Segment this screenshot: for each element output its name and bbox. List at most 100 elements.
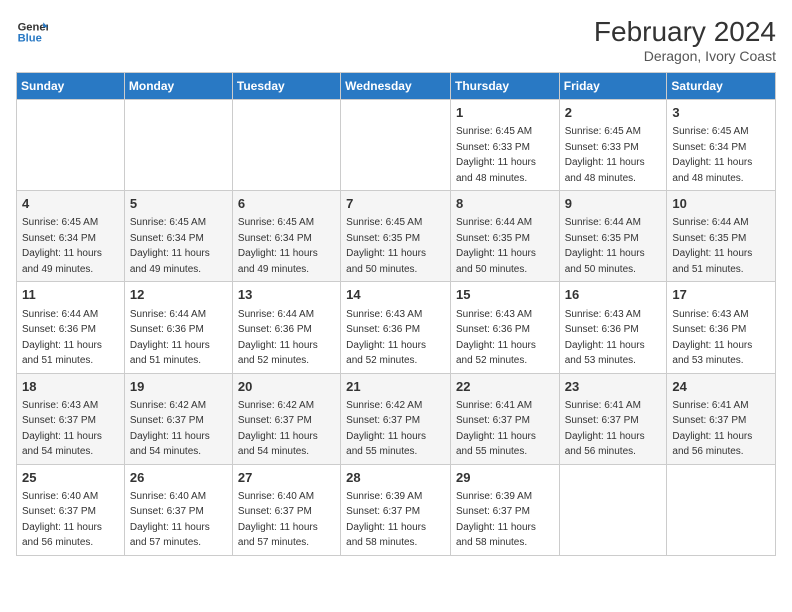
page-header: General Blue February 2024 Deragon, Ivor… [16,16,776,64]
day-number: 28 [346,469,445,487]
day-info: Sunrise: 6:44 AM Sunset: 6:35 PM Dayligh… [565,217,645,275]
day-number: 12 [130,286,227,304]
calendar-day-cell: 16 Sunrise: 6:43 AM Sunset: 6:36 PM Dayli… [559,282,667,373]
calendar-day-cell [341,100,451,191]
calendar-day-cell: 23 Sunrise: 6:41 AM Sunset: 6:37 PM Dayli… [559,373,667,464]
day-info: Sunrise: 6:44 AM Sunset: 6:36 PM Dayligh… [22,309,102,367]
calendar-week-row: 1 Sunrise: 6:45 AM Sunset: 6:33 PM Daylig… [17,100,776,191]
day-info: Sunrise: 6:40 AM Sunset: 6:37 PM Dayligh… [22,491,102,549]
day-number: 19 [130,378,227,396]
day-info: Sunrise: 6:43 AM Sunset: 6:37 PM Dayligh… [22,400,102,458]
calendar-day-cell: 8 Sunrise: 6:44 AM Sunset: 6:35 PM Daylig… [450,191,559,282]
day-info: Sunrise: 6:45 AM Sunset: 6:34 PM Dayligh… [130,217,210,275]
calendar-week-row: 11 Sunrise: 6:44 AM Sunset: 6:36 PM Dayli… [17,282,776,373]
day-number: 7 [346,195,445,213]
day-info: Sunrise: 6:45 AM Sunset: 6:33 PM Dayligh… [565,126,645,184]
calendar-day-cell: 5 Sunrise: 6:45 AM Sunset: 6:34 PM Daylig… [124,191,232,282]
day-info: Sunrise: 6:45 AM Sunset: 6:34 PM Dayligh… [238,217,318,275]
calendar-day-cell: 3 Sunrise: 6:45 AM Sunset: 6:34 PM Daylig… [667,100,776,191]
calendar-day-cell: 22Sunrise: 6:41 AM Sunset: 6:37 PM Dayli… [450,373,559,464]
weekday-header: Saturday [667,73,776,100]
day-info: Sunrise: 6:44 AM Sunset: 6:35 PM Dayligh… [456,217,536,275]
calendar-day-cell: 7 Sunrise: 6:45 AM Sunset: 6:35 PM Daylig… [341,191,451,282]
calendar-week-row: 4 Sunrise: 6:45 AM Sunset: 6:34 PM Daylig… [17,191,776,282]
day-number: 13 [238,286,335,304]
logo-icon: General Blue [16,16,48,48]
calendar-subtitle: Deragon, Ivory Coast [594,48,776,64]
day-info: Sunrise: 6:42 AM Sunset: 6:37 PM Dayligh… [130,400,210,458]
day-info: Sunrise: 6:45 AM Sunset: 6:35 PM Dayligh… [346,217,426,275]
calendar-day-cell: 1 Sunrise: 6:45 AM Sunset: 6:33 PM Daylig… [450,100,559,191]
calendar-day-cell: 29Sunrise: 6:39 AM Sunset: 6:37 PM Dayli… [450,464,559,555]
day-info: Sunrise: 6:44 AM Sunset: 6:36 PM Dayligh… [238,309,318,367]
day-number: 8 [456,195,554,213]
calendar-title: February 2024 [594,16,776,48]
day-number: 1 [456,104,554,122]
day-info: Sunrise: 6:44 AM Sunset: 6:36 PM Dayligh… [130,309,210,367]
day-info: Sunrise: 6:42 AM Sunset: 6:37 PM Dayligh… [238,400,318,458]
calendar-day-cell: 26Sunrise: 6:40 AM Sunset: 6:37 PM Dayli… [124,464,232,555]
weekday-header: Wednesday [341,73,451,100]
weekday-header: Tuesday [232,73,340,100]
calendar-day-cell: 14Sunrise: 6:43 AM Sunset: 6:36 PM Dayli… [341,282,451,373]
day-info: Sunrise: 6:41 AM Sunset: 6:37 PM Dayligh… [456,400,536,458]
logo: General Blue [16,16,48,48]
day-number: 21 [346,378,445,396]
calendar-day-cell: 18Sunrise: 6:43 AM Sunset: 6:37 PM Dayli… [17,373,125,464]
day-info: Sunrise: 6:40 AM Sunset: 6:37 PM Dayligh… [238,491,318,549]
day-info: Sunrise: 6:43 AM Sunset: 6:36 PM Dayligh… [565,309,645,367]
calendar-day-cell: 27Sunrise: 6:40 AM Sunset: 6:37 PM Dayli… [232,464,340,555]
calendar-day-cell: 11 Sunrise: 6:44 AM Sunset: 6:36 PM Dayli… [17,282,125,373]
day-number: 24 [672,378,770,396]
day-number: 16 [565,286,662,304]
calendar-day-cell [232,100,340,191]
day-number: 15 [456,286,554,304]
calendar-day-cell: 19 Sunrise: 6:42 AM Sunset: 6:37 PM Dayli… [124,373,232,464]
calendar-body: 1 Sunrise: 6:45 AM Sunset: 6:33 PM Daylig… [17,100,776,556]
day-info: Sunrise: 6:40 AM Sunset: 6:37 PM Dayligh… [130,491,210,549]
day-number: 2 [565,104,662,122]
day-number: 20 [238,378,335,396]
calendar-day-cell: 21 Sunrise: 6:42 AM Sunset: 6:37 PM Dayli… [341,373,451,464]
weekday-header: Friday [559,73,667,100]
calendar-day-cell: 2 Sunrise: 6:45 AM Sunset: 6:33 PM Daylig… [559,100,667,191]
calendar-header: SundayMondayTuesdayWednesdayThursdayFrid… [17,73,776,100]
day-number: 4 [22,195,119,213]
day-number: 6 [238,195,335,213]
calendar-day-cell: 9 Sunrise: 6:44 AM Sunset: 6:35 PM Daylig… [559,191,667,282]
weekday-header: Sunday [17,73,125,100]
day-info: Sunrise: 6:41 AM Sunset: 6:37 PM Dayligh… [565,400,645,458]
calendar-day-cell: 6 Sunrise: 6:45 AM Sunset: 6:34 PM Daylig… [232,191,340,282]
calendar-day-cell: 15 Sunrise: 6:43 AM Sunset: 6:36 PM Dayli… [450,282,559,373]
day-number: 10 [672,195,770,213]
day-info: Sunrise: 6:39 AM Sunset: 6:37 PM Dayligh… [456,491,536,549]
day-info: Sunrise: 6:42 AM Sunset: 6:37 PM Dayligh… [346,400,426,458]
day-number: 23 [565,378,662,396]
calendar-day-cell [124,100,232,191]
day-number: 3 [672,104,770,122]
day-info: Sunrise: 6:43 AM Sunset: 6:36 PM Dayligh… [456,309,536,367]
calendar-day-cell: 17Sunrise: 6:43 AM Sunset: 6:36 PM Dayli… [667,282,776,373]
calendar-day-cell: 28Sunrise: 6:39 AM Sunset: 6:37 PM Dayli… [341,464,451,555]
calendar-week-row: 25 Sunrise: 6:40 AM Sunset: 6:37 PM Dayli… [17,464,776,555]
day-number: 11 [22,286,119,304]
day-info: Sunrise: 6:45 AM Sunset: 6:34 PM Dayligh… [672,126,752,184]
calendar-day-cell: 12 Sunrise: 6:44 AM Sunset: 6:36 PM Dayli… [124,282,232,373]
calendar-day-cell: 10 Sunrise: 6:44 AM Sunset: 6:35 PM Dayli… [667,191,776,282]
calendar-day-cell: 13 Sunrise: 6:44 AM Sunset: 6:36 PM Dayli… [232,282,340,373]
day-info: Sunrise: 6:43 AM Sunset: 6:36 PM Dayligh… [346,309,426,367]
day-info: Sunrise: 6:45 AM Sunset: 6:33 PM Dayligh… [456,126,536,184]
day-info: Sunrise: 6:44 AM Sunset: 6:35 PM Dayligh… [672,217,752,275]
calendar-day-cell [17,100,125,191]
day-info: Sunrise: 6:41 AM Sunset: 6:37 PM Dayligh… [672,400,752,458]
calendar-day-cell [667,464,776,555]
day-number: 25 [22,469,119,487]
day-number: 5 [130,195,227,213]
calendar-day-cell: 20 Sunrise: 6:42 AM Sunset: 6:37 PM Dayli… [232,373,340,464]
weekday-header: Thursday [450,73,559,100]
day-number: 17 [672,286,770,304]
weekday-header: Monday [124,73,232,100]
day-number: 9 [565,195,662,213]
title-block: February 2024 Deragon, Ivory Coast [594,16,776,64]
calendar-day-cell: 24 Sunrise: 6:41 AM Sunset: 6:37 PM Dayli… [667,373,776,464]
